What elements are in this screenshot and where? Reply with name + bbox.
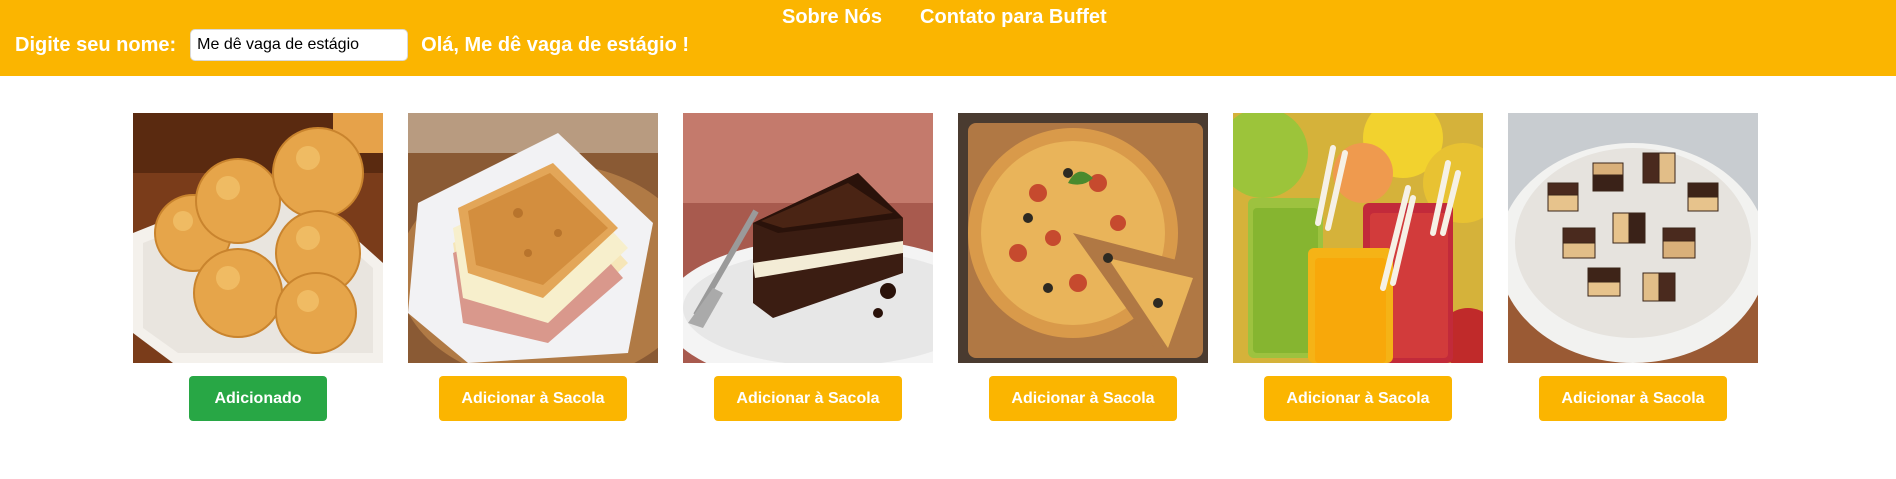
product-card: Adicionar à Sacola [683, 113, 933, 421]
fudge-candies-image [1508, 113, 1758, 363]
toasted-sandwich-image [408, 113, 658, 363]
product-card: Adicionar à Sacola [1508, 113, 1758, 421]
name-row: Digite seu nome: Olá, Me dê vaga de está… [15, 29, 689, 61]
nav-link-sobre-nos[interactable]: Sobre Nós [782, 6, 882, 28]
add-to-bag-button[interactable]: Adicionar à Sacola [1264, 376, 1452, 421]
name-label: Digite seu nome: [15, 34, 177, 56]
fruit-juices-image [1233, 113, 1483, 363]
add-to-bag-button[interactable]: Adicionar à Sacola [989, 376, 1177, 421]
product-card: Adicionar à Sacola [408, 113, 658, 421]
product-card: Adicionar à Sacola [1233, 113, 1483, 421]
top-header: Sobre Nós Contato para Buffet Digite seu… [0, 0, 1896, 76]
nav-link-contato-buffet[interactable]: Contato para Buffet [920, 6, 1107, 28]
name-input[interactable] [190, 29, 409, 61]
top-nav: Sobre Nós Contato para Buffet [782, 6, 1107, 28]
add-to-bag-button[interactable]: Adicionar à Sacola [714, 376, 902, 421]
add-to-bag-button[interactable]: Adicionar à Sacola [1539, 376, 1727, 421]
chocolate-cake-image [683, 113, 933, 363]
pizza-image [958, 113, 1208, 363]
add-to-bag-button[interactable]: Adicionado [189, 376, 327, 421]
cheese-bread-image [133, 113, 383, 363]
product-card: Adicionado [133, 113, 383, 421]
add-to-bag-button[interactable]: Adicionar à Sacola [439, 376, 627, 421]
product-card: Adicionar à Sacola [958, 113, 1208, 421]
greeting-text: Olá, Me dê vaga de estágio ! [421, 34, 690, 56]
product-list: Adicionado Adicionar à Sacola Adicionar … [133, 113, 1758, 421]
